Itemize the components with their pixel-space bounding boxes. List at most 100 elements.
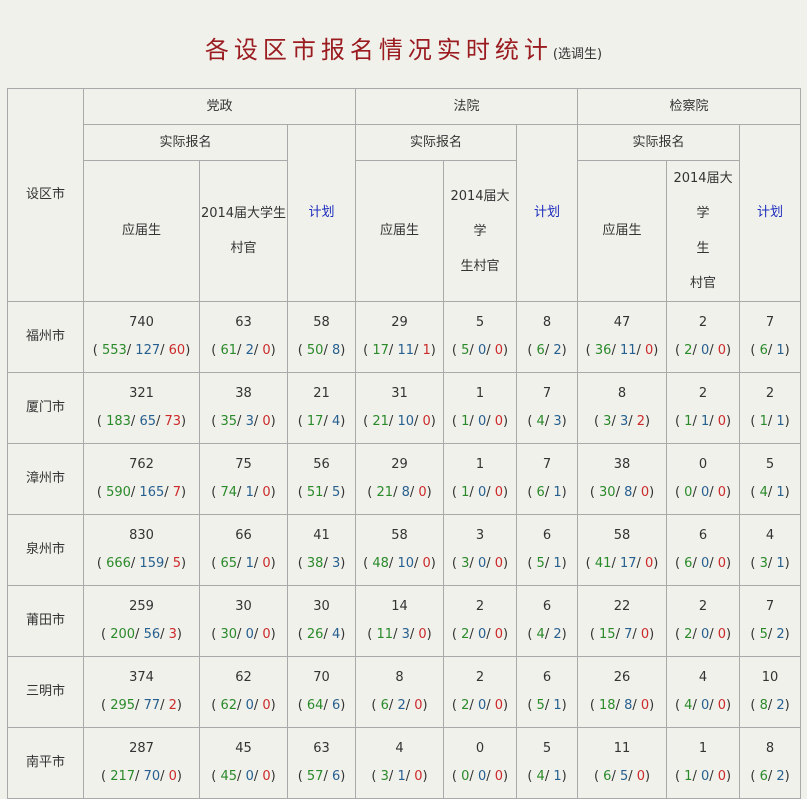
table-row: 厦门市 321( 183/ 65/ 73) 38( 35/ 3/ 0) 21( 17/…: [7, 372, 802, 444]
breakdown-value: 2: [553, 343, 562, 358]
breakdown-value: 1: [461, 414, 470, 429]
total-value: 1: [475, 457, 485, 472]
breakdown: ( 217/ 70/ 0): [101, 769, 182, 784]
breakdown-value: 0: [640, 698, 650, 713]
breakdown: ( 4/ 0/ 0): [674, 698, 732, 713]
breakdown: ( 21/ 10/ 0): [363, 414, 436, 429]
dz-plan-cell: 41 ( 38/ 3): [286, 514, 357, 586]
total-value: 58: [313, 315, 330, 330]
total-value: 7: [542, 457, 552, 472]
total-value: 740: [129, 315, 154, 330]
breakdown-value: 41: [594, 556, 612, 571]
breakdown-value: 5: [619, 769, 629, 784]
fy-plan-cell: 6 ( 5/ 1): [516, 514, 579, 586]
breakdown-value: 21: [376, 485, 394, 500]
breakdown: ( 6/ 2/ 0): [371, 698, 428, 713]
breakdown-value: 8: [331, 343, 341, 358]
breakdown: ( 0/ 0/ 0): [674, 485, 732, 500]
total-value: 56: [313, 457, 330, 472]
breakdown-value: 0: [717, 556, 727, 571]
breakdown: ( 26/ 4): [297, 627, 346, 642]
breakdown-value: 1: [553, 485, 562, 500]
breakdown-value: 2: [636, 414, 646, 429]
breakdown-value: 0: [700, 698, 710, 713]
breakdown-value: 0: [477, 769, 487, 784]
breakdown: ( 2/ 0/ 0): [451, 698, 509, 713]
total-value: 75: [235, 457, 252, 472]
breakdown: ( 6/ 1): [527, 485, 567, 500]
breakdown-value: 5: [759, 627, 768, 642]
breakdown: ( 4/ 2): [527, 627, 567, 642]
header-village-party-line2: 村官: [230, 241, 257, 256]
breakdown: ( 1/ 0/ 0): [674, 769, 732, 784]
breakdown-value: 0: [262, 769, 271, 784]
breakdown-value: 0: [262, 627, 271, 642]
breakdown-value: 1: [776, 414, 785, 429]
total-value: 4: [395, 741, 404, 756]
breakdown: ( 4/ 1): [527, 769, 567, 784]
total-value: 259: [129, 599, 154, 614]
breakdown-value: 1: [245, 485, 254, 500]
fy-plan-cell: 8 ( 6/ 2): [516, 301, 579, 373]
breakdown-value: 1: [553, 698, 562, 713]
dz-plan-cell: 58 ( 50/ 8): [286, 301, 357, 373]
breakdown-value: 3: [380, 769, 389, 784]
breakdown-value: 666: [106, 556, 131, 571]
breakdown-value: 65: [220, 556, 238, 571]
total-value: 29: [391, 457, 408, 472]
breakdown-value: 127: [135, 343, 161, 358]
breakdown-value: 200: [110, 627, 136, 642]
breakdown-value: 62: [220, 698, 238, 713]
breakdown: ( 666/ 159/ 5): [96, 556, 187, 571]
breakdown-value: 0: [262, 343, 271, 358]
header-village-party-line1: 2014届大学生: [200, 206, 287, 221]
breakdown-value: 77: [143, 698, 161, 713]
total-value: 38: [235, 386, 252, 401]
fy-village-cell: 0( 0/ 0/ 0): [443, 727, 518, 799]
jc-village-cell: 0( 0/ 0/ 0): [666, 443, 741, 515]
breakdown-value: 11: [376, 627, 394, 642]
header-city: 设区市: [7, 88, 84, 302]
breakdown: ( 5/ 2): [750, 627, 790, 642]
breakdown-value: 2: [461, 698, 470, 713]
header-village-court-line1: 2014届大学: [450, 188, 510, 239]
breakdown-value: 0: [168, 769, 177, 784]
jc-fresh-cell: 38 ( 30/ 8/ 0): [577, 443, 668, 515]
breakdown: ( 3/ 1/ 0): [371, 769, 428, 784]
breakdown-value: 0: [494, 769, 504, 784]
breakdown-value: 1: [553, 769, 562, 784]
total-value: 2: [698, 599, 708, 614]
total-value: 45: [235, 741, 252, 756]
breakdown-value: 2: [776, 769, 785, 784]
breakdown-value: 2: [776, 698, 785, 713]
total-value: 58: [613, 528, 631, 543]
breakdown: ( 57/ 6): [297, 769, 346, 784]
table-row: 泉州市 830( 666/ 159/ 5) 66( 65/ 1/ 0) 41( 38/…: [7, 514, 802, 586]
breakdown-value: 30: [220, 627, 238, 642]
breakdown-value: 61: [220, 343, 238, 358]
breakdown-value: 590: [106, 485, 131, 500]
breakdown-value: 4: [536, 627, 545, 642]
breakdown-value: 0: [717, 627, 727, 642]
breakdown: ( 48/ 10/ 0): [363, 556, 436, 571]
breakdown-value: 1: [684, 414, 693, 429]
fy-village-cell: 3( 3/ 0/ 0): [443, 514, 518, 586]
total-value: 38: [613, 457, 631, 472]
page-title-sub: (选调生): [552, 47, 603, 62]
header-actual-procuratorate: 实际报名: [577, 124, 741, 161]
breakdown-value: 0: [422, 556, 431, 571]
dz-village-cell: 45( 45/ 0/ 0): [199, 727, 288, 799]
breakdown-value: 1: [245, 556, 254, 571]
fy-fresh-cell: 14 ( 11/ 3/ 0): [355, 585, 445, 657]
breakdown-value: 1: [684, 769, 693, 784]
breakdown-value: 21: [372, 414, 389, 429]
fy-village-cell: 5( 5/ 0/ 0): [443, 301, 518, 373]
breakdown: ( 17/ 4): [297, 414, 346, 429]
header-village-proc-line1: 2014届大学: [673, 171, 733, 221]
breakdown: ( 11/ 3/ 0): [367, 627, 432, 642]
breakdown-value: 2: [776, 627, 785, 642]
breakdown-value: 8: [624, 485, 633, 500]
breakdown-value: 17: [372, 343, 389, 358]
breakdown-value: 7: [172, 485, 182, 500]
breakdown: ( 6/ 2): [750, 769, 790, 784]
